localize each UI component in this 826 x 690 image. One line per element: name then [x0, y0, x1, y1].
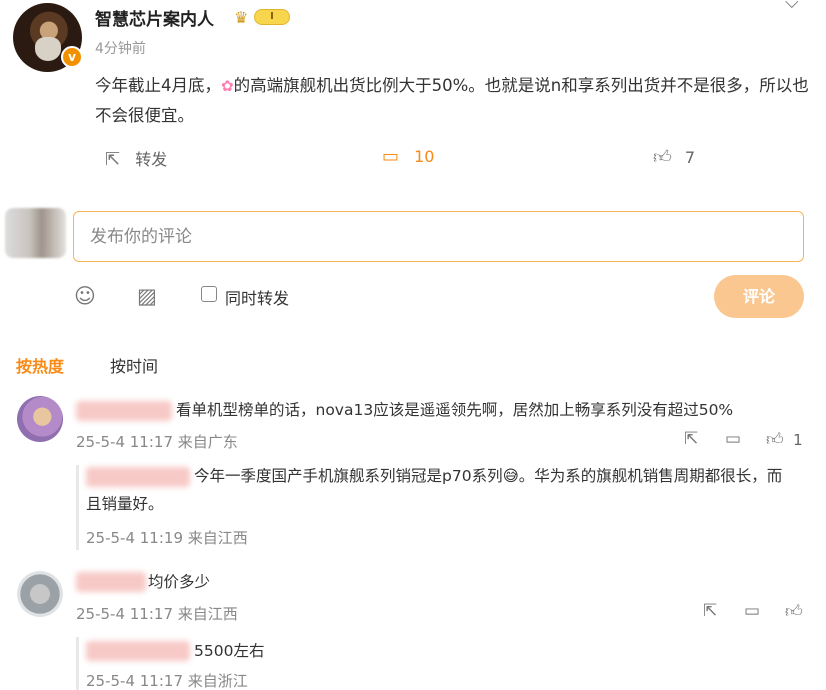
reply-text: 今年一季度国产手机旗舰系列销冠是p70系列😅。华为系的旗舰机销售周期都很长，而且…: [86, 462, 796, 518]
reply-meta: 25-5-4 11:17 来自浙江: [86, 672, 248, 690]
share-icon[interactable]: ⇱: [684, 429, 698, 449]
tab-sort-time[interactable]: 按时间: [110, 353, 158, 377]
level-badge: I: [254, 9, 290, 25]
flower-icon: ✿: [221, 77, 234, 95]
comment-button[interactable]: ▭ 10: [382, 146, 434, 167]
repost-checkbox-label[interactable]: 同时转发: [225, 285, 289, 309]
reply-icon[interactable]: ▭: [725, 429, 741, 449]
image-icon[interactable]: ▨: [137, 284, 157, 308]
chevron-down-icon[interactable]: ⌵: [785, 0, 799, 13]
reply-meta: 25-5-4 11:19 来自江西: [86, 529, 248, 547]
post-text-part1: 今年截止4月底，: [95, 76, 221, 95]
comment-text: 均价多少: [148, 573, 211, 591]
like-count: 1: [793, 431, 803, 449]
comment-input-box[interactable]: [73, 211, 804, 262]
commenter-name-redacted[interactable]: [76, 572, 146, 592]
share-icon[interactable]: ⇱: [703, 601, 717, 621]
post-body: 今年截止4月底，✿的高端旗舰机出货比例大于50%。也就是说n和享系列出货并不是很…: [95, 71, 810, 130]
crown-icon: ♛: [234, 8, 249, 27]
thumbs-up-icon: 👍︎: [785, 602, 803, 622]
comment-icon: ▭: [382, 146, 400, 167]
commenter-name-redacted[interactable]: [76, 401, 172, 421]
post-timestamp: 4分钟前: [95, 41, 146, 57]
like-button[interactable]: 👍︎ 1: [766, 429, 803, 450]
sweat-smile-emoji-icon: 😅: [502, 467, 519, 485]
thumbs-up-icon: 👍︎: [653, 147, 672, 168]
verified-badge-icon: v: [61, 46, 83, 68]
reply-text-part1: 今年一季度国产手机旗舰系列销冠是p70系列: [194, 467, 503, 485]
repost-checkbox[interactable]: [201, 286, 217, 302]
submit-comment-button[interactable]: 评论: [714, 275, 804, 318]
share-icon: ⇱: [105, 149, 121, 170]
commenter-avatar[interactable]: [17, 396, 63, 442]
reply-divider: [76, 465, 79, 550]
post-author-name[interactable]: 智慧芯片案内人: [95, 5, 214, 30]
comment-text: 看单机型榜单的话，nova13应该是遥遥领先啊，居然加上畅享系列没有超过50%: [176, 401, 734, 419]
repost-label: 转发: [135, 150, 168, 169]
reply-divider: [76, 637, 79, 690]
replier-name-redacted[interactable]: [86, 641, 190, 661]
comment-count: 10: [414, 147, 435, 166]
commenter-avatar[interactable]: [17, 571, 63, 617]
comment-meta: 25-5-4 11:17 来自江西: [76, 605, 238, 623]
emoji-icon[interactable]: ☺: [74, 284, 96, 308]
reply-icon[interactable]: ▭: [744, 601, 760, 621]
comment-input[interactable]: [74, 212, 803, 261]
thumbs-up-icon: 👍︎: [766, 430, 784, 450]
like-count: 7: [684, 148, 696, 167]
tab-sort-hot[interactable]: 按热度: [16, 353, 64, 377]
like-button[interactable]: 👍︎ 7: [653, 146, 695, 168]
comment-meta: 25-5-4 11:17 来自广东: [76, 433, 238, 451]
reply-text: 5500左右: [194, 642, 265, 660]
like-button[interactable]: 👍︎: [785, 601, 803, 622]
current-user-avatar: [5, 208, 66, 258]
repost-button[interactable]: ⇱ 转发: [105, 146, 167, 170]
